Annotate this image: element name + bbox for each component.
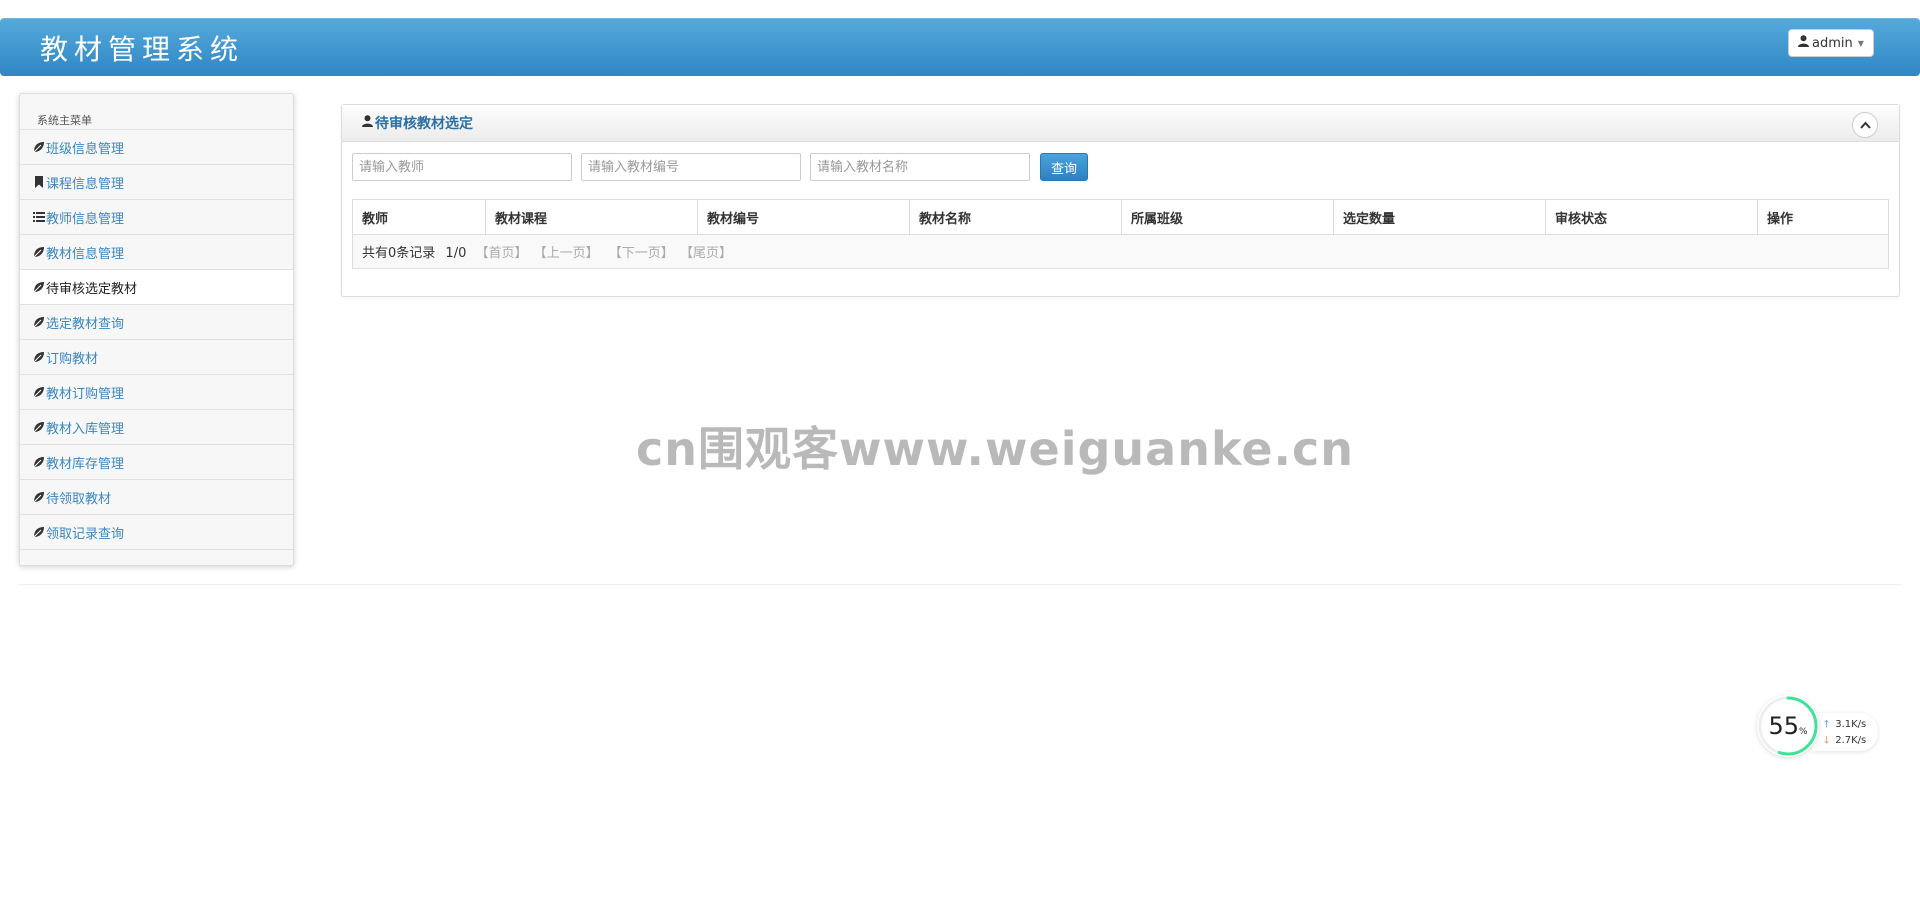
sidebar-item[interactable]: 教材入库管理	[20, 409, 293, 444]
sidebar-menu: 系统主菜单 班级信息管理 课程信息管理 教师信息管理 教材信息管理 待审核选定教材 选定教…	[19, 93, 294, 566]
leaf-icon	[32, 456, 45, 469]
pager-row: 共有0条记录 1/0 【首页】 【上一页】 【下一页】 【尾页】	[352, 234, 1889, 269]
usage-gauge: 55%	[1757, 695, 1819, 757]
search-row: 查询	[352, 153, 1088, 181]
page-indicator: 1/0	[445, 246, 467, 261]
leaf-icon	[32, 386, 45, 399]
leaf-icon	[32, 421, 45, 434]
leaf-icon	[32, 316, 45, 329]
column-header: 所属班级	[1121, 199, 1334, 235]
textbook-name-input[interactable]	[810, 153, 1030, 181]
sidebar-item-label: 订购教材	[46, 351, 99, 367]
record-count: 共有0条记录	[362, 246, 436, 261]
sidebar-footer	[20, 549, 293, 584]
sidebar-item[interactable]: 教材信息管理	[20, 234, 293, 269]
download-speed: 2.7K/s	[1835, 735, 1867, 746]
leaf-icon	[32, 526, 45, 539]
sidebar-item[interactable]: 教师信息管理	[20, 199, 293, 234]
sidebar-item[interactable]: 教材订购管理	[20, 374, 293, 409]
pager: 共有0条记录 1/0 【首页】 【上一页】 【下一页】 【尾页】	[352, 234, 1889, 269]
column-header: 操作	[1757, 199, 1889, 235]
last-page-link[interactable]: 【尾页】	[680, 246, 732, 261]
usage-percent: 55%	[1768, 712, 1808, 740]
sidebar-item[interactable]: 领取记录查询	[20, 514, 293, 549]
leaf-icon	[32, 281, 45, 294]
sidebar-item[interactable]: 订购教材	[20, 339, 293, 374]
leaf-icon	[32, 351, 45, 364]
sidebar-item[interactable]: 待领取教材	[20, 479, 293, 514]
sidebar-item[interactable]: 班级信息管理	[20, 129, 293, 164]
content-divider	[19, 584, 1901, 585]
textbook-code-input[interactable]	[581, 153, 801, 181]
panel-title-text: 待审核教材选定	[375, 116, 473, 132]
collapse-button[interactable]	[1852, 112, 1878, 138]
app-title: 教材管理系统	[40, 33, 245, 66]
sidebar-item-label: 选定教材查询	[46, 316, 125, 332]
column-header: 教材名称	[909, 199, 1122, 235]
sidebar-item-label: 教材库存管理	[46, 456, 125, 472]
user-name: admin	[1812, 35, 1853, 51]
download-arrow-icon: 🡓	[1824, 735, 1830, 746]
next-page-link[interactable]: 【下一页】	[609, 246, 674, 261]
watermark: cn围观客www.weiguanke.cn	[636, 422, 1355, 476]
pending-review-panel: 待审核教材选定 查询 教师 教材课程 教材编号 教材名称 所属班级 选定数量 审…	[341, 104, 1900, 297]
sidebar-menu-title: 系统主菜单	[37, 114, 92, 127]
sidebar-item[interactable]: 课程信息管理	[20, 164, 293, 199]
column-header: 教师	[352, 199, 486, 235]
sidebar-item[interactable]: 教材库存管理	[20, 444, 293, 479]
bookmark-icon	[32, 176, 45, 189]
sidebar-item-label: 课程信息管理	[46, 176, 125, 192]
prev-page-link[interactable]: 【上一页】	[534, 246, 599, 261]
panel-title: 待审核教材选定	[362, 113, 473, 133]
chevron-up-icon	[1859, 118, 1871, 133]
pending-textbook-table: 教师 教材课程 教材编号 教材名称 所属班级 选定数量 审核状态 操作 共有0条…	[352, 199, 1889, 269]
caret-down-icon: ▼	[1857, 38, 1864, 48]
first-page-link[interactable]: 【首页】	[475, 246, 527, 261]
leaf-icon	[32, 141, 45, 154]
leaf-icon	[32, 491, 45, 504]
upload-arrow-icon: 🡑	[1824, 719, 1830, 730]
column-header: 审核状态	[1545, 199, 1758, 235]
top-header-bar: 教材管理系统 admin ▼	[0, 18, 1920, 76]
user-menu-button[interactable]: admin ▼	[1788, 29, 1874, 57]
network-speeds: 🡑 3.1K/s 🡓 2.7K/s	[1812, 713, 1878, 751]
column-header: 选定数量	[1333, 199, 1546, 235]
panel-header: 待审核教材选定	[342, 105, 1899, 142]
sidebar-item-label: 班级信息管理	[46, 141, 125, 157]
sidebar-item-label: 待审核选定教材	[46, 281, 138, 297]
column-header: 教材编号	[697, 199, 910, 235]
query-button[interactable]: 查询	[1040, 153, 1088, 181]
sidebar-item-label: 教材信息管理	[46, 246, 125, 262]
upload-speed: 3.1K/s	[1835, 719, 1867, 730]
network-speed-widget[interactable]: 🡑 3.1K/s 🡓 2.7K/s 55%	[1757, 695, 1881, 757]
user-icon	[1798, 35, 1810, 51]
user-icon	[362, 115, 373, 131]
sidebar-item-label: 教师信息管理	[46, 211, 125, 227]
sidebar-item-label: 待领取教材	[46, 491, 112, 507]
column-header: 教材课程	[485, 199, 698, 235]
sidebar-item[interactable]: 待审核选定教材	[20, 269, 293, 304]
leaf-icon	[32, 246, 45, 259]
sidebar-item-label: 教材入库管理	[46, 421, 125, 437]
sidebar-item-label: 教材订购管理	[46, 386, 125, 402]
list-icon	[32, 211, 45, 224]
table-header-row: 教师 教材课程 教材编号 教材名称 所属班级 选定数量 审核状态 操作	[352, 199, 1889, 235]
teacher-search-input[interactable]	[352, 153, 572, 181]
sidebar-item[interactable]: 选定教材查询	[20, 304, 293, 339]
sidebar-item-label: 领取记录查询	[46, 526, 125, 542]
